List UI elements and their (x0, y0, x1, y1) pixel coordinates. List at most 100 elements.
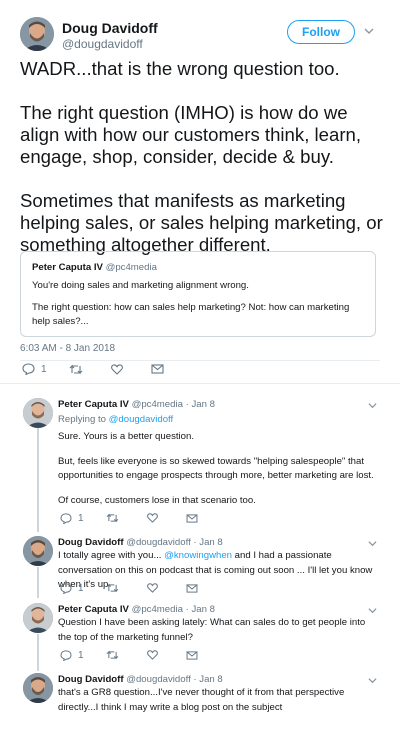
quoted-text: The right question: how can sales help m… (32, 302, 350, 327)
action-bar: 1 (60, 511, 226, 525)
reply-icon (60, 512, 72, 524)
author-name[interactable]: Peter Caputa IV (58, 604, 129, 615)
tweet-date[interactable]: · Jan 8 (186, 604, 215, 615)
message-button[interactable] (186, 583, 204, 593)
like-button[interactable] (146, 650, 164, 660)
tweet-paragraph: The right question (IMHO) is how do we a… (20, 102, 362, 167)
reply-count: 1 (78, 582, 84, 594)
quoted-author-handle: @pc4media (105, 262, 157, 273)
divider (0, 383, 400, 384)
chevron-down-icon[interactable] (368, 539, 377, 548)
thread-line (37, 428, 39, 532)
reply-paragraph: Of course, customers lose in that scenar… (58, 494, 256, 506)
divider (20, 360, 380, 361)
author-name[interactable]: Doug Davidoff (58, 537, 124, 548)
author-name[interactable]: Doug Davidoff (58, 674, 124, 685)
reply-button[interactable]: 1 (60, 650, 84, 661)
thread-line (37, 634, 39, 671)
message-button[interactable] (151, 364, 170, 374)
message-icon (186, 650, 198, 660)
tweet-date[interactable]: · Jan 8 (193, 674, 222, 685)
reply-count: 1 (78, 512, 84, 524)
message-icon (186, 583, 198, 593)
retweet-button[interactable] (106, 583, 125, 593)
tweet-timestamp[interactable]: 6:03 AM - 8 Jan 2018 (20, 343, 115, 354)
chevron-down-icon[interactable] (368, 606, 377, 615)
reply-button[interactable]: 1 (60, 513, 84, 524)
avatar[interactable] (23, 398, 53, 428)
reply-header: Doug Davidoff @dougdavidoff · Jan 8 (58, 537, 223, 548)
author-name[interactable]: Doug Davidoff (62, 20, 158, 36)
replying-to: Replying to @dougdavidoff (58, 414, 173, 425)
chevron-down-icon[interactable] (368, 676, 377, 685)
reply-text: Question I have been asking lately: What… (58, 617, 366, 643)
action-bar: 1 (22, 362, 192, 376)
retweet-icon (106, 513, 118, 523)
quoted-tweet[interactable]: Peter Caputa IV @pc4media You're doing s… (20, 251, 376, 337)
avatar-photo (20, 17, 54, 51)
avatar-photo (23, 673, 53, 703)
reply-paragraph: Sure. Yours is a better question. (58, 431, 194, 442)
chevron-down-icon[interactable] (368, 401, 377, 410)
author-handle[interactable]: @dougdavidoff (62, 37, 143, 51)
message-button[interactable] (186, 513, 204, 523)
avatar-photo (23, 398, 53, 428)
mention-link[interactable]: @knowingwhen (164, 550, 232, 561)
reply-icon (22, 363, 35, 375)
reply-header: Doug Davidoff @dougdavidoff · Jan 8 (58, 674, 223, 685)
avatar[interactable] (20, 17, 54, 51)
like-button[interactable] (146, 583, 164, 593)
tweet-text: WADR...that is the wrong question too. T… (20, 58, 385, 278)
chevron-down-icon[interactable] (364, 26, 374, 36)
reply-count: 1 (78, 649, 84, 661)
follow-button[interactable]: Follow (287, 20, 355, 44)
reply-text-part: I totally agree with you... (58, 550, 165, 561)
message-icon (186, 513, 198, 523)
like-icon (110, 363, 123, 375)
like-icon (146, 650, 158, 660)
message-button[interactable] (186, 650, 204, 660)
reply-button[interactable]: 1 (22, 363, 47, 375)
tweet-date[interactable]: · Jan 8 (193, 537, 222, 548)
reply-icon (60, 582, 72, 594)
retweet-icon (106, 583, 118, 593)
replying-to-label: Replying to (58, 414, 109, 425)
like-button[interactable] (110, 363, 129, 375)
like-icon (146, 513, 158, 523)
reply-header: Peter Caputa IV @pc4media · Jan 8 (58, 604, 215, 615)
retweet-button[interactable] (106, 650, 125, 660)
author-handle[interactable]: @dougdavidoff (126, 674, 191, 685)
reply-icon (60, 649, 72, 661)
thread-line (37, 567, 39, 598)
avatar[interactable] (23, 536, 53, 566)
reply-text: Sure. Yours is a better question. But, f… (58, 430, 378, 518)
author-handle[interactable]: @pc4media (132, 399, 183, 410)
quoted-author-name: Peter Caputa IV (32, 262, 103, 273)
retweet-button[interactable] (69, 364, 89, 375)
author-handle[interactable]: @pc4media (132, 604, 183, 615)
author-name[interactable]: Peter Caputa IV (58, 399, 129, 410)
tweet-paragraph: Sometimes that manifests as marketing he… (20, 190, 383, 255)
retweet-button[interactable] (106, 513, 125, 523)
reply-count: 1 (41, 363, 47, 375)
avatar-photo (23, 603, 53, 633)
action-bar: 1 (60, 581, 226, 595)
reply-header: Peter Caputa IV @pc4media · Jan 8 (58, 399, 215, 410)
action-bar: 1 (60, 648, 226, 662)
like-icon (146, 583, 158, 593)
like-button[interactable] (146, 513, 164, 523)
avatar[interactable] (23, 603, 53, 633)
retweet-icon (106, 650, 118, 660)
reply-button[interactable]: 1 (60, 583, 84, 594)
reply-paragraph: But, feels like everyone is so skewed to… (58, 455, 374, 482)
quoted-text: You're doing sales and marketing alignme… (32, 280, 249, 291)
reply-text: that's a GR8 question...I've never thoug… (58, 687, 345, 713)
message-icon (151, 364, 164, 374)
author-handle[interactable]: @dougdavidoff (126, 537, 191, 548)
avatar[interactable] (23, 673, 53, 703)
tweet-paragraph: WADR...that is the wrong question too. (20, 58, 340, 79)
avatar-photo (23, 536, 53, 566)
replying-to-handle[interactable]: @dougdavidoff (109, 414, 174, 425)
retweet-icon (69, 364, 82, 374)
tweet-date[interactable]: · Jan 8 (186, 399, 215, 410)
